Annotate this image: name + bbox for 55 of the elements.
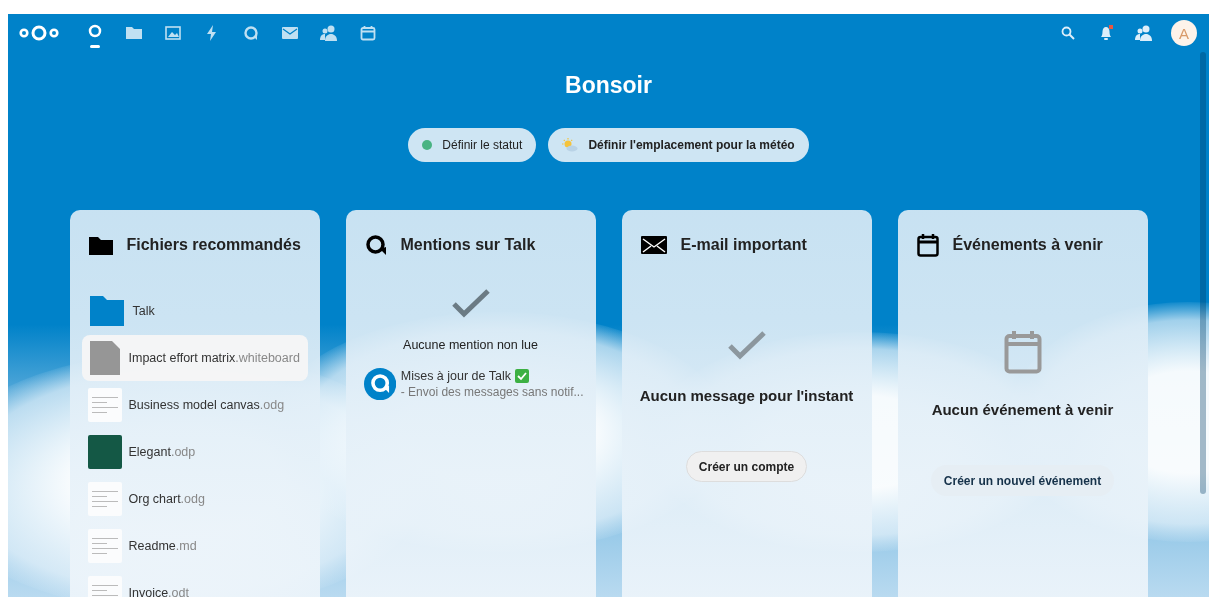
document-icon <box>89 341 120 375</box>
calendar-icon <box>1003 330 1042 374</box>
file-name: Impact effort matrix.whiteboard <box>128 351 300 365</box>
create-button[interactable]: Créer un nouvel événement <box>930 465 1115 496</box>
empty-state-text: Aucun événement à venir <box>931 401 1114 418</box>
file-name: Elegant.odp <box>128 445 196 459</box>
check-icon <box>450 288 491 318</box>
file-thumbnail <box>87 435 122 469</box>
file-thumbnail <box>87 388 122 422</box>
speech-bubble-icon <box>242 25 259 41</box>
sun-cloud-icon <box>562 138 579 152</box>
bell-icon <box>1098 25 1114 41</box>
calendar-icon <box>916 233 939 257</box>
file-thumbnail <box>87 529 122 563</box>
file-name: Business model canvas.odg <box>128 398 285 412</box>
greeting-heading: Bonsoir <box>565 72 652 99</box>
people-icon <box>1135 25 1153 41</box>
file-item[interactable]: Elegant.odp <box>81 429 308 475</box>
folder-icon <box>125 26 142 40</box>
empty-state-text: Aucun message pour l'instant <box>639 387 854 404</box>
file-thumbnail <box>87 482 122 516</box>
file-item[interactable]: Org chart.odg <box>81 476 308 522</box>
lightning-icon <box>205 25 218 41</box>
talk-avatar-icon <box>363 366 396 402</box>
folder-icon <box>88 235 113 255</box>
calendar-icon <box>359 25 376 41</box>
conversation-item[interactable]: Mises à jour de Talk - Envoi des messages sans notif... <box>357 366 584 402</box>
file-name: Readme.md <box>128 539 197 553</box>
check-icon <box>726 330 767 360</box>
widget-title: Fichiers recommandés <box>126 236 301 254</box>
empty-state-text: Aucune mention non lue <box>403 338 538 352</box>
people-icon <box>319 25 338 41</box>
widget-title: Mentions sur Talk <box>400 236 536 254</box>
widget-title: Événements à venir <box>952 236 1103 254</box>
widget-title: E-mail important <box>680 236 807 254</box>
create-button[interactable]: Créer un compte <box>685 451 808 482</box>
status-button[interactable]: Définir le statut <box>408 128 537 162</box>
file-item[interactable]: Impact effort matrix.whiteboard <box>81 335 308 381</box>
file-name: Talk <box>132 304 155 318</box>
file-item[interactable]: Business model canvas.odg <box>81 382 308 428</box>
envelope-icon <box>281 27 298 39</box>
envelope-icon <box>640 236 667 254</box>
file-name: Org chart.odg <box>128 492 205 506</box>
file-item[interactable]: Invoice.odt <box>81 570 308 597</box>
conversation-preview: - Envoi des messages sans notif... <box>400 385 584 399</box>
search-icon <box>1061 26 1075 40</box>
file-item[interactable]: Readme.md <box>81 523 308 569</box>
logo-icon <box>19 24 59 42</box>
conversation-title: Mises à jour de Talk <box>400 369 511 383</box>
file-name: Invoice.odt <box>128 586 189 597</box>
speech-bubble-icon <box>364 234 387 256</box>
image-icon <box>164 26 181 40</box>
file-item[interactable]: Talk <box>81 288 308 334</box>
weather-button[interactable]: Définir l'emplacement pour la météo <box>548 128 809 162</box>
folder-icon <box>89 296 124 326</box>
